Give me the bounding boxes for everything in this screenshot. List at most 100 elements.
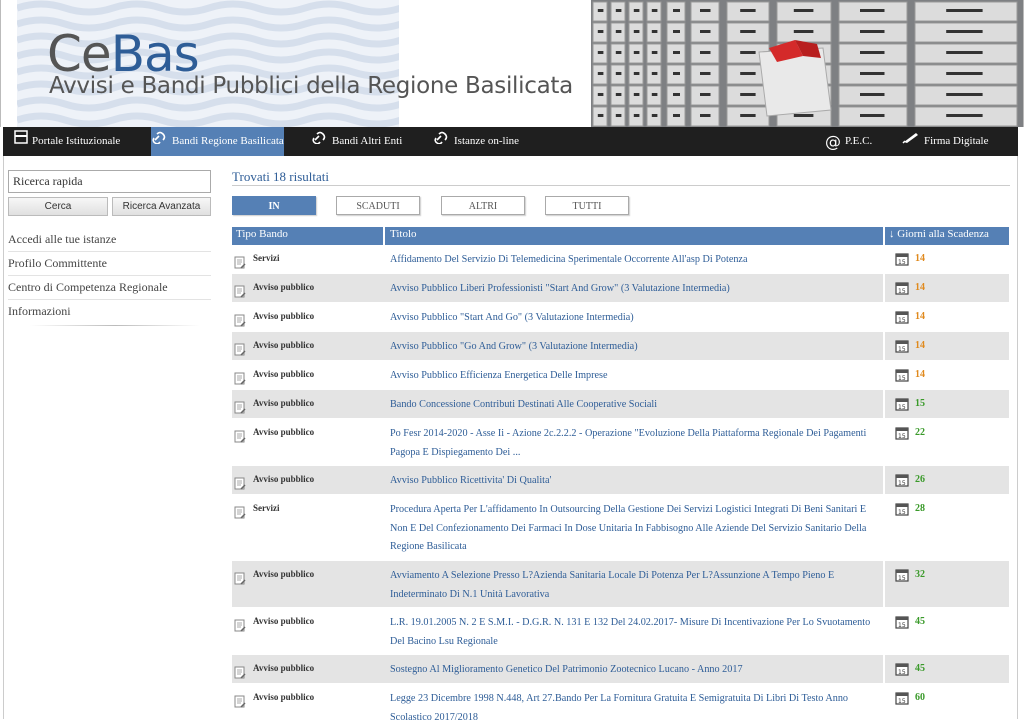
svg-text:15: 15	[898, 433, 906, 440]
portal-icon	[14, 127, 28, 156]
days-to-deadline: 14	[915, 311, 925, 322]
svg-text:15: 15	[898, 259, 906, 266]
bando-title-link[interactable]: L.R. 19.01.2005 N. 2 E S.M.I. - D.G.R. N…	[390, 614, 876, 651]
days-to-deadline: 14	[915, 369, 925, 380]
nav-pec[interactable]: @ P.E.C.	[825, 127, 872, 156]
column-divider	[883, 245, 885, 273]
bando-title-link[interactable]: Sostegno Al Miglioramento Genetico Del P…	[390, 661, 876, 680]
bando-title-link[interactable]: Avviso Pubblico Ricettivita' Di Qualita'	[390, 472, 876, 491]
bando-title-link[interactable]: Avviso Pubblico Efficienza Energetica De…	[390, 367, 876, 386]
svg-text:15: 15	[898, 404, 906, 411]
sidebar-menu: Accedi alle tue istanze Profilo Committe…	[8, 229, 211, 324]
document-icon	[234, 341, 246, 356]
column-header-titolo[interactable]: Titolo	[390, 227, 417, 245]
nav-istanze-online[interactable]: Istanze on-line	[434, 127, 519, 156]
sidebar-item-profilo-committente[interactable]: Profilo Committente	[8, 253, 211, 276]
bando-title-link[interactable]: Affidamento Del Servizio Di Telemedicina…	[390, 251, 876, 270]
filing-cabinet-image	[591, 0, 1023, 127]
svg-text:15: 15	[898, 698, 906, 705]
calendar-icon: 15	[895, 472, 909, 487]
tipo-bando: Avviso pubblico	[253, 282, 315, 292]
sidebar-divider	[30, 325, 200, 326]
column-divider	[883, 274, 885, 302]
results-divider	[232, 185, 1010, 186]
svg-text:15: 15	[898, 622, 906, 629]
tipo-bando: Avviso pubblico	[253, 369, 315, 379]
document-icon	[234, 399, 246, 414]
column-divider	[883, 361, 885, 389]
table-row: Avviso pubblico Po Fesr 2014-2020 - Asse …	[232, 419, 1009, 466]
sidebar-item-informazioni[interactable]: Informazioni	[8, 301, 211, 323]
column-divider	[883, 684, 885, 724]
tab-scaduti[interactable]: SCADUTI	[336, 196, 420, 215]
search-button[interactable]: Cerca	[8, 197, 108, 216]
bando-title-link[interactable]: Po Fesr 2014-2020 - Asse Ii - Azione 2c.…	[390, 425, 876, 462]
column-header-giorni-scadenza[interactable]: ↓ Giorni alla Scadenza	[889, 227, 989, 245]
document-icon	[234, 617, 246, 632]
table-row: Servizi Affidamento Del Servizio Di Telem…	[232, 245, 1009, 274]
table-row: Avviso pubblico Avviso Pubblico Liberi Pr…	[232, 274, 1009, 303]
nav-label: Bandi Regione Basilicata	[172, 135, 284, 148]
tab-in[interactable]: IN	[232, 196, 316, 215]
nav-label: Istanze on-line	[454, 135, 520, 148]
bando-title-link[interactable]: Avviso Pubblico Liberi Professionisti "S…	[390, 280, 876, 299]
bando-title-link[interactable]: Avviso Pubblico "Start And Go" (3 Valuta…	[390, 309, 876, 328]
document-icon	[234, 504, 246, 519]
days-to-deadline: 60	[915, 692, 925, 703]
days-to-deadline: 14	[915, 340, 925, 351]
bando-title-link[interactable]: Procedura Aperta Per L'affidamento In Ou…	[390, 501, 876, 557]
column-divider	[883, 227, 885, 245]
bando-title-link[interactable]: Bando Concessione Contributi Destinati A…	[390, 396, 876, 415]
quick-search-input[interactable]	[8, 170, 211, 193]
sidebar-item-accedi-istanze[interactable]: Accedi alle tue istanze	[8, 229, 211, 252]
calendar-icon: 15	[895, 396, 909, 411]
tipo-bando: Avviso pubblico	[253, 663, 315, 673]
svg-text:15: 15	[898, 375, 906, 382]
days-to-deadline: 14	[915, 282, 925, 293]
bando-title-link[interactable]: Legge 23 Dicembre 1998 N.448, Art 27.Ban…	[390, 690, 876, 727]
svg-text:15: 15	[898, 480, 906, 487]
calendar-icon: 15	[895, 338, 909, 353]
bando-title-link[interactable]: Avviso Pubblico "Go And Grow" (3 Valutaz…	[390, 338, 876, 357]
column-header-tipo-bando[interactable]: Tipo Bando	[236, 227, 288, 245]
tipo-bando: Avviso pubblico	[253, 616, 315, 626]
document-icon	[234, 475, 246, 490]
table-row: Servizi Procedura Aperta Per L'affidament…	[232, 495, 1009, 561]
nav-firma-digitale[interactable]: Firma Digitale	[902, 127, 988, 156]
column-divider	[883, 561, 885, 607]
tipo-bando: Avviso pubblico	[253, 474, 315, 484]
tab-tutti[interactable]: TUTTI	[545, 196, 629, 215]
days-to-deadline: 32	[915, 569, 925, 580]
page-border-left	[3, 156, 4, 719]
sidebar-item-centro-competenza[interactable]: Centro di Competenza Regionale	[8, 277, 211, 300]
site-header: CeBas Avvisi e Bandi Pubblici della Regi…	[0, 0, 1024, 127]
document-icon	[234, 664, 246, 679]
table-row: Avviso pubblico Avviamento A Selezione Pr…	[232, 561, 1009, 608]
svg-text:15: 15	[898, 288, 906, 295]
column-divider	[883, 419, 885, 465]
results-table: Tipo Bando Titolo ↓ Giorni alla Scadenza…	[232, 227, 1009, 725]
svg-text:15: 15	[898, 346, 906, 353]
days-to-deadline: 28	[915, 503, 925, 514]
bando-title-link[interactable]: Avviamento A Selezione Presso L?Azienda …	[390, 567, 876, 604]
days-to-deadline: 22	[915, 427, 925, 438]
site-subtitle: Avvisi e Bandi Pubblici della Regione Ba…	[49, 73, 573, 99]
days-to-deadline: 26	[915, 474, 925, 485]
calendar-icon: 15	[895, 567, 909, 582]
table-row: Avviso pubblico Sostegno Al Miglioramento…	[232, 655, 1009, 684]
column-divider	[883, 303, 885, 331]
calendar-icon: 15	[895, 661, 909, 676]
nav-bandi-altri-enti[interactable]: Bandi Altri Enti	[312, 127, 402, 156]
tipo-bando: Servizi	[253, 503, 280, 513]
calendar-icon: 15	[895, 425, 909, 440]
nav-bandi-regione-basilicata[interactable]: Bandi Regione Basilicata	[151, 127, 284, 156]
tab-altri[interactable]: ALTRI	[441, 196, 525, 215]
nav-portale-istituzionale[interactable]: Portale Istituzionale	[14, 127, 120, 156]
advanced-search-button[interactable]: Ricerca Avanzata	[112, 197, 211, 216]
main-nav: Portale Istituzionale Bandi Regione Basi…	[3, 127, 1018, 156]
table-body: Servizi Affidamento Del Servizio Di Telem…	[232, 245, 1009, 725]
pen-icon	[902, 127, 920, 156]
nav-label: Firma Digitale	[924, 135, 989, 148]
tipo-bando: Avviso pubblico	[253, 398, 315, 408]
calendar-icon: 15	[895, 251, 909, 266]
